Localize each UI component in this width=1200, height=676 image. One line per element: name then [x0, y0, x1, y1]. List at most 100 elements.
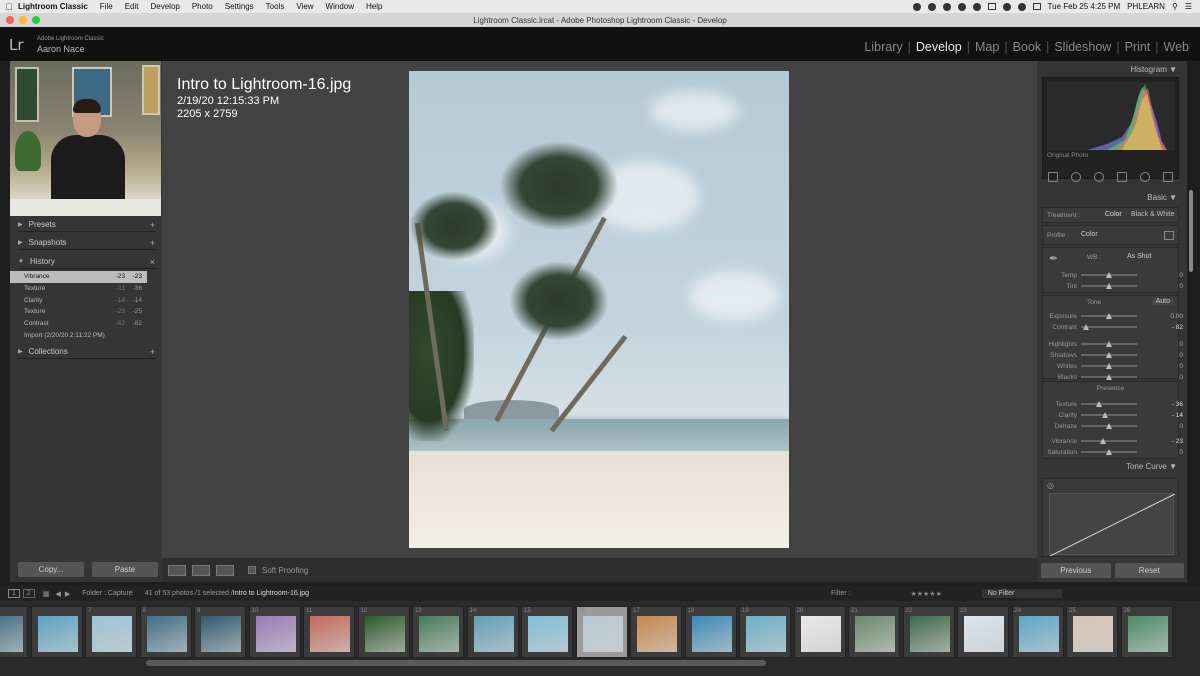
slider-value[interactable]: - 82 — [1172, 324, 1183, 331]
slider-thumb[interactable] — [1099, 438, 1106, 444]
slider-clarity[interactable]: Clarity - 14 — [1041, 410, 1183, 420]
filmstrip-thumbnail[interactable]: 9 — [194, 606, 246, 658]
basic-panel-header[interactable]: Basic ▼ — [1147, 193, 1177, 202]
slider-saturation[interactable]: Saturation 0 — [1041, 447, 1183, 457]
filmstrip-thumbnail[interactable]: 13 — [412, 606, 464, 658]
crop-tool-icon[interactable] — [1048, 172, 1059, 182]
spot-removal-icon[interactable] — [1071, 172, 1082, 182]
before-after-icon[interactable] — [192, 564, 210, 576]
filmstrip-thumbnail[interactable]: 18 — [684, 606, 737, 658]
back-arrow-icon[interactable]: ◀ — [55, 590, 60, 598]
history-item[interactable]: Vibrance -23 -23 — [10, 271, 147, 283]
profile-dropdown[interactable]: Color — [1081, 231, 1098, 238]
slider-value[interactable]: 0 — [1179, 341, 1183, 348]
menu-help[interactable]: Help — [366, 2, 382, 11]
menu-file[interactable]: File — [100, 2, 113, 11]
profile-browser-icon[interactable] — [1164, 231, 1174, 240]
module-book[interactable]: Book — [1008, 40, 1047, 54]
filmstrip-thumbnail[interactable]: 12 — [357, 606, 410, 658]
slider-track[interactable] — [1081, 412, 1137, 418]
tone-auto-button[interactable]: Auto — [1151, 298, 1174, 305]
treatment-color-button[interactable]: Color — [1105, 211, 1122, 218]
filmstrip-thumbnail[interactable]: 10 — [248, 606, 301, 658]
add-snapshot-icon[interactable]: + — [150, 238, 155, 248]
slider-thumb[interactable] — [1095, 401, 1102, 407]
window-minimize-button[interactable] — [19, 16, 27, 24]
history-item[interactable]: Clarity -14 -14 — [10, 294, 147, 306]
slider-highlights[interactable]: Highlights 0 — [1041, 339, 1183, 349]
slider-tint[interactable]: Tint 0 — [1041, 281, 1183, 291]
copy-button[interactable]: Copy... — [18, 562, 84, 577]
module-print[interactable]: Print — [1120, 40, 1156, 54]
slider-thumb[interactable] — [1106, 352, 1112, 358]
tone-curve-header[interactable]: Tone Curve ▼ — [1126, 462, 1177, 471]
slider-value[interactable]: 0.00 — [1170, 313, 1183, 320]
volume-icon[interactable] — [1002, 2, 1011, 11]
slider-track[interactable] — [1081, 363, 1137, 369]
targeted-adjustment-icon[interactable]: ◎ — [1047, 481, 1054, 490]
tone-curve-graph[interactable] — [1049, 493, 1176, 557]
slider-value[interactable]: 0 — [1179, 283, 1183, 290]
filmstrip-thumbnail[interactable] — [0, 606, 28, 658]
filmstrip-thumbnail[interactable]: 26 — [1120, 606, 1173, 658]
menu-photo[interactable]: Photo — [192, 2, 213, 11]
slider-track[interactable] — [1081, 341, 1137, 347]
slider-value[interactable]: 0 — [1179, 423, 1183, 430]
snapshots-panel-header[interactable]: ▶ Snapshots + — [18, 236, 156, 250]
filmstrip-thumbnail[interactable]: 24 — [1011, 606, 1064, 658]
slider-whites[interactable]: Whites 0 — [1041, 361, 1183, 371]
slider-thumb[interactable] — [1106, 272, 1112, 278]
module-library[interactable]: Library — [859, 40, 907, 54]
filmstrip-thumbnail[interactable]: 20 — [793, 606, 846, 658]
slider-value[interactable]: - 23 — [1172, 438, 1183, 445]
status-location-icon[interactable] — [927, 2, 936, 11]
spotlight-search-icon[interactable]: ⚲ — [1172, 2, 1178, 11]
slider-track[interactable] — [1081, 313, 1137, 319]
adjustment-brush-icon[interactable] — [1162, 172, 1173, 182]
slider-vibrance[interactable]: Vibrance - 23 — [1041, 436, 1183, 446]
secondary-window-button[interactable]: 2 — [22, 589, 35, 598]
treatment-bw-button[interactable]: Black & White — [1131, 211, 1175, 218]
history-item[interactable]: Texture -11 -36 — [10, 283, 147, 295]
status-eye-icon[interactable] — [957, 2, 966, 11]
history-item[interactable]: Import (2/20/20 2:11:22 PM) — [10, 329, 147, 341]
slider-value[interactable]: 0 — [1179, 352, 1183, 359]
module-web[interactable]: Web — [1159, 40, 1194, 54]
status-record-icon[interactable] — [972, 2, 981, 11]
slider-thumb[interactable] — [1106, 313, 1112, 319]
slider-dehaze[interactable]: Dehaze 0 — [1041, 421, 1183, 431]
menu-develop[interactable]: Develop — [150, 2, 179, 11]
module-map[interactable]: Map — [970, 40, 1004, 54]
filmstrip-thumbnail[interactable]: 19 — [739, 606, 791, 658]
main-photo[interactable] — [409, 71, 789, 548]
current-photo-name[interactable]: Intro to Lightroom-16.jpg — [233, 590, 309, 597]
history-item[interactable]: Texture -25 -25 — [10, 306, 147, 318]
slider-thumb[interactable] — [1106, 449, 1112, 455]
slider-thumb[interactable] — [1106, 374, 1112, 380]
filmstrip-thumbnail[interactable]: 17 — [630, 606, 682, 658]
add-collection-icon[interactable]: + — [150, 347, 155, 357]
apple-menu-icon[interactable]:  — [0, 2, 18, 12]
slider-thumb[interactable] — [1106, 283, 1112, 289]
slider-temp[interactable]: Temp 0 — [1041, 270, 1183, 280]
previous-button[interactable]: Previous — [1041, 563, 1111, 578]
folder-source[interactable]: Folder : Capture — [82, 590, 133, 597]
slider-thumb[interactable] — [1102, 412, 1109, 418]
slider-track[interactable] — [1081, 272, 1137, 278]
module-develop[interactable]: Develop — [911, 40, 967, 54]
menubar-clock[interactable]: Tue Feb 25 4:25 PM — [1048, 2, 1121, 11]
window-close-button[interactable] — [6, 16, 14, 24]
soft-proofing-checkbox[interactable] — [248, 566, 256, 574]
slider-track[interactable] — [1081, 449, 1137, 455]
menu-settings[interactable]: Settings — [225, 2, 254, 11]
slider-value[interactable]: 0 — [1179, 449, 1183, 456]
battery-icon[interactable] — [1032, 3, 1041, 10]
add-preset-icon[interactable]: + — [150, 220, 155, 230]
slider-texture[interactable]: Texture - 36 — [1041, 399, 1183, 409]
slider-track[interactable] — [1081, 423, 1137, 429]
filmstrip-thumbnail[interactable]: 11 — [303, 606, 355, 658]
slider-thumb[interactable] — [1083, 324, 1090, 330]
wifi-icon[interactable] — [1017, 2, 1026, 11]
slider-thumb[interactable] — [1106, 341, 1112, 347]
reset-button[interactable]: Reset — [1114, 563, 1184, 578]
